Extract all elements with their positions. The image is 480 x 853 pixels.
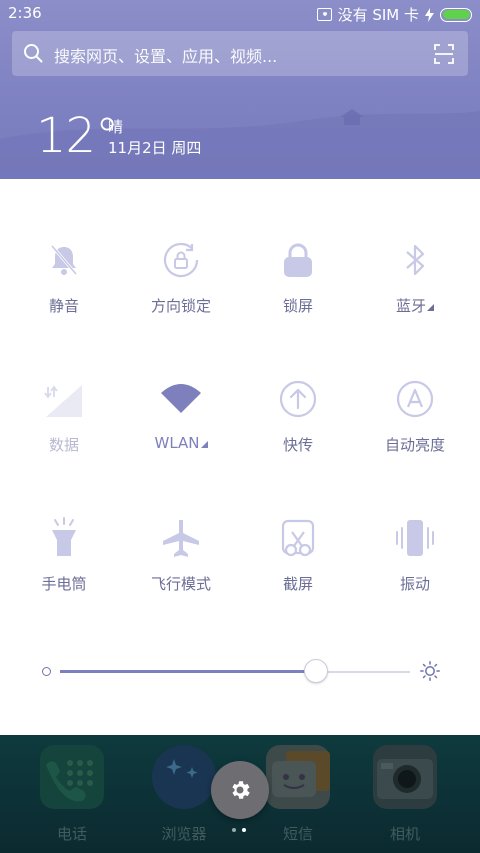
toggle-wlan[interactable]: WLAN [121, 377, 241, 452]
wlan-label-text: WLAN [154, 434, 200, 452]
dock-app-phone[interactable]: 电话 [12, 745, 132, 844]
dock-app-camera-label: 相机 [389, 825, 420, 843]
toggle-mobile-data[interactable]: 数据 [4, 377, 124, 455]
status-bar: 2:36 没有 SIM 卡 [0, 0, 480, 28]
toggle-rotation-lock[interactable]: 方向锁定 [121, 238, 241, 316]
toggle-auto-brightness[interactable]: 自动亮度 [355, 377, 475, 455]
screenshot-scissors-icon [281, 519, 315, 557]
search-bar[interactable]: 搜索网页、设置、应用、视频... [12, 31, 468, 76]
flashlight-icon [52, 517, 76, 556]
search-placeholder: 搜索网页、设置、应用、视频... [54, 47, 278, 66]
toggle-vibrate-label: 振动 [399, 575, 430, 593]
toggle-rotation-lock-label: 方向锁定 [150, 297, 211, 315]
brightness-fill [60, 670, 316, 673]
toggle-quick-transfer-label: 快传 [282, 436, 313, 454]
expand-corner-icon [200, 441, 208, 448]
mute-bell-icon [50, 245, 78, 275]
camera-icon [373, 745, 437, 809]
toggle-quick-transfer[interactable]: 快传 [238, 377, 358, 455]
sim-status-text: 没有 SIM 卡 [337, 6, 419, 24]
status-time: 2:36 [8, 4, 42, 22]
toggle-screenshot-label: 截屏 [282, 575, 313, 593]
page-dot-active [242, 828, 246, 832]
gear-icon [232, 781, 250, 799]
vibrate-icon [396, 520, 434, 556]
page-indicator [232, 828, 246, 832]
charging-icon [425, 7, 434, 22]
wifi-icon [161, 384, 201, 413]
dock-app-camera[interactable]: 相机 [345, 745, 465, 844]
dock-app-messages-label: 短信 [282, 825, 313, 843]
dock-app-phone-label: 电话 [56, 825, 87, 843]
dock-app-browser-label: 浏览器 [161, 825, 207, 843]
toggle-airplane-mode[interactable]: 飞行模式 [121, 516, 241, 594]
weather-widget[interactable]: 12° 晴 11月2日 周四 [36, 108, 201, 164]
toggle-mobile-data-label: 数据 [48, 436, 79, 454]
toggle-mute-label: 静音 [48, 297, 79, 315]
notification-header: 2:36 没有 SIM 卡 搜索网页、设置、应用、视频... 12° 晴 11月… [0, 0, 480, 179]
expand-corner-icon [427, 304, 434, 311]
toggle-airplane-mode-label: 飞行模式 [150, 575, 211, 593]
bluetooth-label-text: 蓝牙 [395, 297, 426, 315]
scan-icon[interactable] [434, 44, 454, 64]
weather-condition: 晴 [108, 118, 124, 136]
toggle-wlan-label: WLAN [121, 434, 241, 452]
mobile-data-icon [44, 385, 82, 417]
battery-icon [440, 7, 472, 22]
toggle-flashlight-label: 手电筒 [41, 575, 87, 593]
search-icon [24, 44, 43, 63]
toggle-flashlight[interactable]: 手电筒 [4, 516, 124, 594]
toggle-vibrate[interactable]: 振动 [355, 516, 475, 594]
messages-icon [266, 745, 330, 809]
toggle-screenshot[interactable]: 截屏 [238, 516, 358, 594]
temperature: 12° [36, 108, 119, 164]
toggle-mute[interactable]: 静音 [4, 238, 124, 316]
auto-brightness-icon [396, 380, 434, 418]
brightness-slider[interactable] [38, 656, 444, 686]
toggle-lock-screen[interactable]: 锁屏 [238, 238, 358, 316]
rotation-lock-icon [163, 242, 199, 278]
settings-button[interactable] [211, 761, 269, 819]
browser-icon [152, 745, 216, 809]
transfer-icon [279, 380, 317, 418]
brightness-high-icon [420, 661, 440, 681]
toggle-auto-brightness-label: 自动亮度 [384, 436, 445, 454]
toggle-bluetooth[interactable]: 蓝牙 [355, 238, 475, 316]
toggle-bluetooth-label: 蓝牙 [355, 295, 475, 316]
no-sim-icon [316, 8, 332, 21]
toggle-lock-screen-label: 锁屏 [282, 297, 313, 315]
lock-icon [284, 243, 312, 277]
weather-date: 11月2日 周四 [108, 139, 202, 157]
phone-icon [40, 745, 104, 809]
brightness-handle[interactable] [303, 659, 328, 683]
airplane-icon [163, 520, 199, 557]
bluetooth-icon [406, 244, 425, 276]
page-dot [232, 828, 236, 832]
brightness-low-icon [42, 667, 51, 676]
